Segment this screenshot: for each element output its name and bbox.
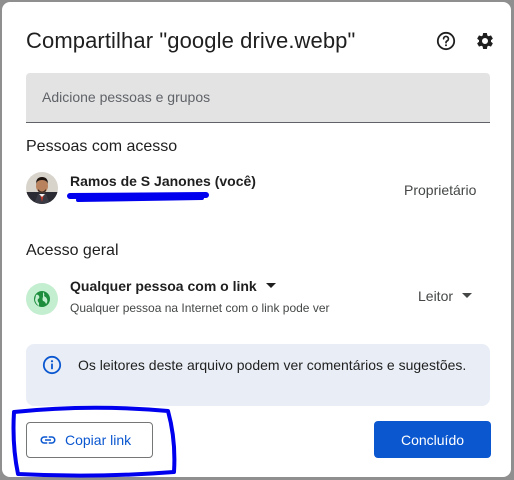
redaction-scribble [67,192,209,202]
access-role-dropdown[interactable]: Leitor [418,288,475,304]
info-banner: Os leitores deste arquivo podem ver come… [26,344,490,406]
info-text: Os leitores deste arquivo podem ver come… [78,357,467,373]
add-people-input[interactable] [42,89,474,105]
general-access-label: Qualquer pessoa com o link [70,278,257,294]
copy-link-label: Copiar link [65,432,132,448]
avatar [26,172,58,204]
dropdown-arrow-icon [265,283,276,288]
settings-icon[interactable] [474,30,496,52]
user-name: Ramos de S Janones (você) [70,173,256,189]
dropdown-arrow-icon [462,293,473,298]
people-with-access-heading: Pessoas com acesso [26,138,178,155]
copy-link-button[interactable]: Copiar link [26,422,153,458]
owner-role-label: Proprietário [404,182,477,198]
general-access-description: Qualquer pessoa na Internet com o link p… [70,301,330,315]
share-dialog: Compartilhar "google drive.webp" Pessoas… [2,2,511,477]
general-access-dropdown[interactable]: Qualquer pessoa com o link [70,278,279,294]
link-icon [40,436,56,444]
add-people-field[interactable] [26,73,490,123]
general-access-heading: Acesso geral [26,242,119,259]
dialog-title: Compartilhar "google drive.webp" [26,28,356,53]
access-role-label: Leitor [418,288,454,304]
globe-icon [26,283,58,315]
done-label: Concluído [400,431,465,448]
help-icon[interactable] [435,30,457,52]
done-button[interactable]: Concluído [374,421,491,458]
info-icon [42,355,62,375]
